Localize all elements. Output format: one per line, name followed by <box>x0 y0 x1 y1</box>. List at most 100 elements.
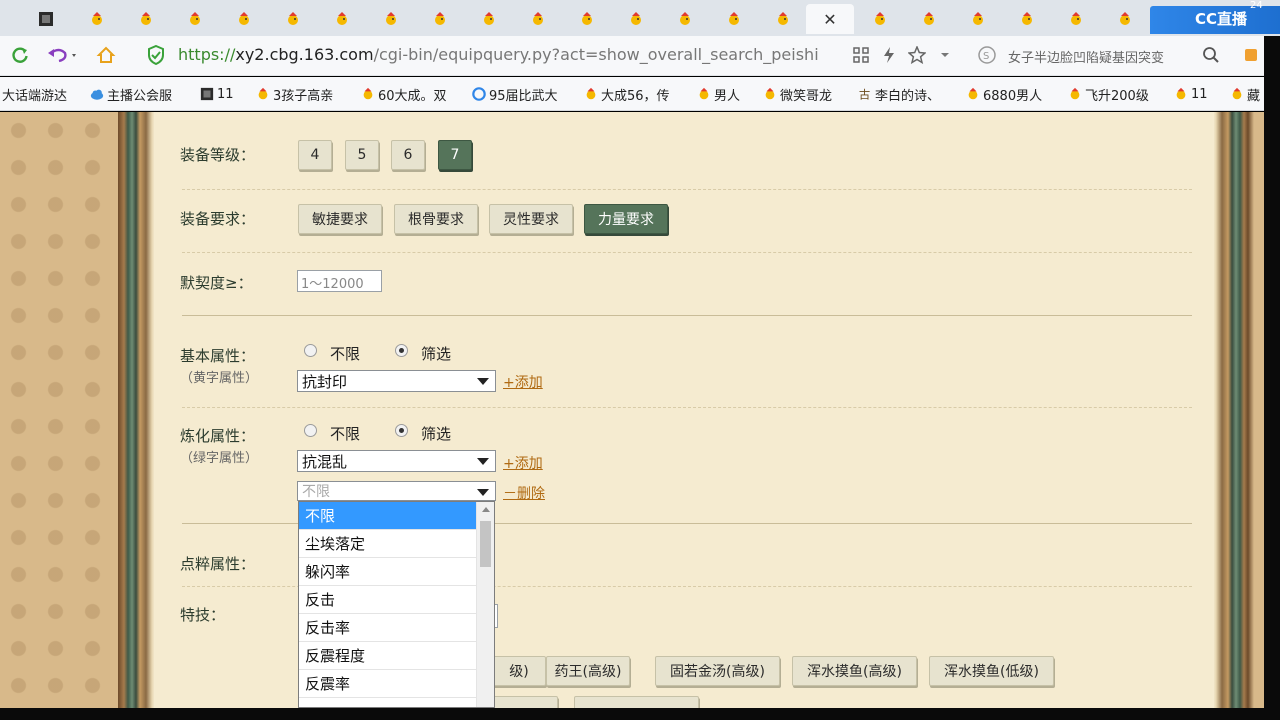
bookmark-label: 60大成。双 <box>378 88 447 104</box>
dropdown-option[interactable]: 反击 <box>299 586 476 614</box>
bookmark-item[interactable]: 大话端游达 <box>2 85 68 104</box>
scroll-up-icon[interactable] <box>482 507 490 512</box>
browser-tab[interactable] <box>1003 4 1051 34</box>
browser-tab-active[interactable]: ✕ <box>806 4 854 34</box>
equip-req-button[interactable]: 敏捷要求 <box>298 204 382 234</box>
grid-icon[interactable] <box>850 43 872 67</box>
skill-button[interactable]: 浑水摸鱼(低级) <box>929 656 1054 686</box>
search-icon[interactable] <box>1200 43 1222 67</box>
chicken-icon <box>582 12 592 25</box>
dropdown-option[interactable]: 反震程度 <box>299 642 476 670</box>
bookmark-item[interactable]: 男人 <box>697 85 741 104</box>
bookmark-item[interactable]: 大成56，传 <box>584 85 670 104</box>
bookmark-item[interactable]: 11 <box>1174 85 1208 103</box>
refine-attr-select-2[interactable]: 不限 <box>297 481 496 501</box>
browser-tab[interactable] <box>905 4 953 34</box>
bookmark-item[interactable]: 微笑哥龙 <box>763 85 832 104</box>
browser-tab[interactable] <box>22 4 70 34</box>
bookmark-item[interactable]: 飞升200级 <box>1068 85 1149 104</box>
bookmark-item[interactable]: 11 <box>200 85 234 103</box>
dropdown-option[interactable]: 反震率 <box>299 670 476 698</box>
equip-level-button[interactable]: 4 <box>298 140 332 170</box>
browser-tab[interactable] <box>465 4 513 34</box>
search-engine-icon[interactable]: S <box>976 43 998 67</box>
dropdown-option[interactable]: 反击率 <box>299 614 476 642</box>
basic-attr-radio-filter[interactable] <box>395 344 408 357</box>
equip-level-button[interactable]: 6 <box>391 140 425 170</box>
chicken-icon <box>631 12 641 25</box>
bookmark-label: 男人 <box>714 88 741 104</box>
bookmark-item[interactable]: 藏 <box>1230 85 1260 104</box>
basic-attr-radio-none[interactable] <box>304 344 317 357</box>
browser-tab[interactable] <box>563 4 611 34</box>
refine-attr-delete-link[interactable]: －删除 <box>503 483 545 503</box>
dropdown-option[interactable]: 躲闪率 <box>299 558 476 586</box>
browser-tab[interactable] <box>73 4 121 34</box>
equip-level-button[interactable]: 5 <box>345 140 379 170</box>
scroll-thumb[interactable] <box>480 521 491 567</box>
star-icon[interactable] <box>906 43 928 67</box>
skill-button[interactable] <box>484 696 558 708</box>
chicken-icon <box>1120 12 1130 25</box>
dropdown-option[interactable]: 尘埃落定 <box>299 530 476 558</box>
dropdown-scrollbar[interactable] <box>476 502 494 707</box>
browser-tab[interactable] <box>954 4 1002 34</box>
cloud-icon <box>90 89 104 100</box>
circle-c-icon <box>472 87 486 101</box>
browser-tab[interactable] <box>269 4 317 34</box>
bookmark-label: 大话端游达 <box>2 88 68 104</box>
skill-button[interactable]: 药王(高级) <box>546 656 630 686</box>
equip-req-button[interactable]: 灵性要求 <box>489 204 573 234</box>
equip-level-button-selected[interactable]: 7 <box>438 140 472 170</box>
browser-tab[interactable] <box>612 4 660 34</box>
bookmark-item[interactable]: 60大成。双 <box>361 85 447 104</box>
refine-attr-dropdown-list[interactable]: 不限 尘埃落定 躲闪率 反击 反击率 反震程度 反震率 <box>298 501 495 708</box>
browser-tab[interactable] <box>1101 4 1149 34</box>
browser-tab[interactable] <box>514 4 562 34</box>
browser-tab[interactable] <box>122 4 170 34</box>
refine-attr-radio-filter[interactable] <box>395 424 408 437</box>
skill-button[interactable]: 固若金汤(高级) <box>655 656 780 686</box>
close-icon[interactable]: ✕ <box>823 10 836 29</box>
skill-button[interactable]: 浑水摸鱼(高级) <box>792 656 917 686</box>
browser-tab[interactable] <box>171 4 219 34</box>
bookmark-item[interactable]: 95届比武大 <box>472 85 558 104</box>
bookmark-item[interactable]: 3孩子高亲 <box>256 85 333 104</box>
tacit-input[interactable]: 1～12000 <box>297 270 382 292</box>
equip-req-button[interactable]: 根骨要求 <box>394 204 478 234</box>
cc-number: 24 <box>1250 0 1263 11</box>
dropdown-option-selected[interactable]: 不限 <box>299 502 476 530</box>
chicken-icon <box>729 12 739 25</box>
bookmark-item[interactable]: 6880男人 <box>966 85 1042 104</box>
equip-req-button-selected[interactable]: 力量要求 <box>584 204 668 234</box>
basic-attr-label: 基本属性： <box>180 347 256 365</box>
browser-tab[interactable] <box>318 4 366 34</box>
refine-attr-add-link[interactable]: +添加 <box>503 453 543 473</box>
refine-attr-select[interactable]: 抗混乱 <box>297 450 496 472</box>
browser-tab[interactable] <box>710 4 758 34</box>
equip-level-label: 装备等级： <box>180 146 256 164</box>
browser-tab[interactable] <box>759 4 807 34</box>
lightning-icon[interactable] <box>878 43 900 67</box>
browser-tab[interactable] <box>367 4 415 34</box>
basic-attr-select[interactable]: 抗封印 <box>297 370 496 392</box>
browser-tab[interactable] <box>416 4 464 34</box>
browser-tab[interactable] <box>220 4 268 34</box>
chevron-down-icon[interactable] <box>934 43 956 67</box>
browser-tab[interactable] <box>1052 4 1100 34</box>
home-icon[interactable] <box>94 43 118 67</box>
bookmark-item[interactable]: 主播公会服 <box>90 85 172 104</box>
refresh-icon[interactable] <box>8 43 32 67</box>
refine-attr-radio-none[interactable] <box>304 424 317 437</box>
bookmark-item[interactable]: 古 李白的诗、 <box>858 85 940 103</box>
browser-tab[interactable] <box>856 4 904 34</box>
shield-icon[interactable] <box>144 43 168 67</box>
skill-button[interactable] <box>574 696 699 708</box>
search-box-text[interactable]: 女子半边脸凹陷疑基因突变 <box>1008 47 1164 66</box>
browser-tab[interactable] <box>661 4 709 34</box>
basic-attr-add-link[interactable]: +添加 <box>503 372 543 392</box>
address-bar[interactable]: https://xy2.cbg.163.com/cgi-bin/equipque… <box>178 45 819 64</box>
undo-icon[interactable] <box>44 43 80 67</box>
extension-icon[interactable] <box>1240 43 1262 67</box>
skill-label: 特技： <box>180 606 226 624</box>
